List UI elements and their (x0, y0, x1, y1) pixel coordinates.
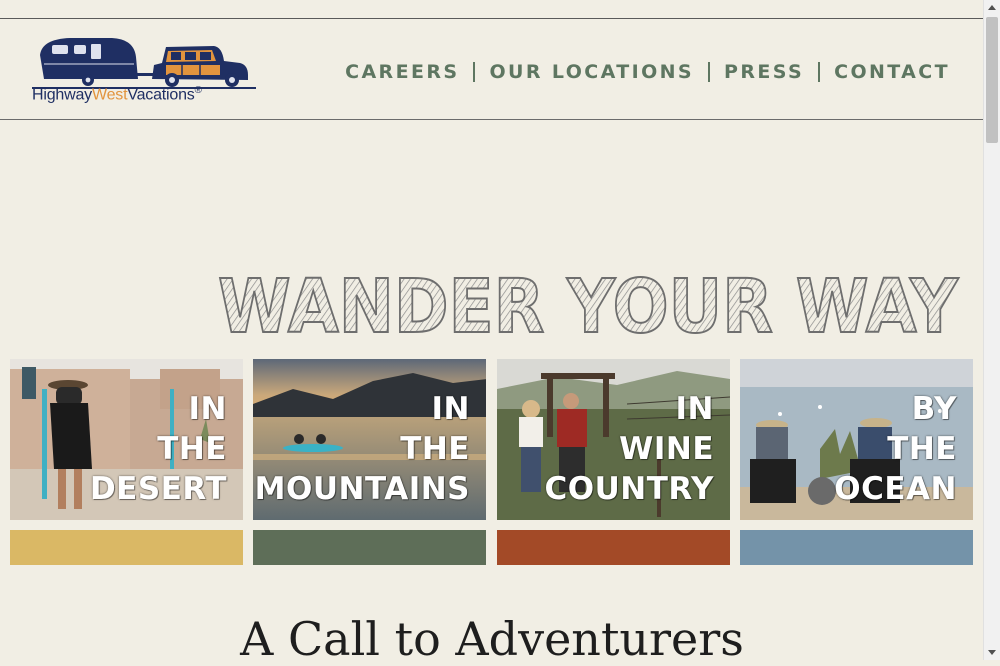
destination-card-desert[interactable]: IN THE DESERT (10, 359, 243, 520)
destination-card-mountains[interactable]: IN THE MOUNTAINS (253, 359, 486, 520)
nav-separator (473, 62, 476, 82)
vertical-scrollbar[interactable] (983, 0, 1000, 660)
scrollbar-thumb[interactable] (986, 17, 998, 143)
destination-card-wine-country[interactable]: IN WINE COUNTRY (497, 359, 730, 520)
main-nav: CAREERS OUR LOCATIONS PRESS CONTACT (345, 61, 950, 83)
nav-separator (708, 62, 711, 82)
card-caption: IN THE DESERT (89, 391, 227, 507)
svg-text:WANDER YOUR WAY: WANDER YOUR WAY (218, 264, 959, 342)
desert-color-bar[interactable] (10, 530, 243, 565)
hero-headline: WANDER YOUR WAY (217, 263, 960, 342)
scroll-down-arrow-icon[interactable] (988, 650, 996, 655)
nav-careers[interactable]: CAREERS (345, 61, 459, 83)
card-caption: IN WINE COUNTRY (544, 391, 714, 507)
card-caption: IN THE MOUNTAINS (254, 391, 470, 507)
mountains-color-bar[interactable] (253, 530, 486, 565)
card-caption: BY THE OCEAN (834, 391, 957, 507)
logo-wordmark: HighwayWestVacations® (32, 85, 202, 104)
nav-contact[interactable]: CONTACT (834, 61, 950, 83)
trailer-and-car-icon (32, 38, 256, 89)
section-title: A Call to Adventurers (240, 612, 744, 666)
scroll-up-arrow-icon[interactable] (988, 5, 996, 10)
nav-separator (818, 62, 821, 82)
browser-top-strip (0, 0, 984, 19)
wine-country-color-bar[interactable] (497, 530, 730, 565)
ocean-color-bar[interactable] (740, 530, 973, 565)
site-header: HighwayWestVacations® CAREERS OUR LOCATI… (0, 19, 984, 120)
destination-card-ocean[interactable]: BY THE OCEAN (740, 359, 973, 520)
nav-our-locations[interactable]: OUR LOCATIONS (489, 61, 694, 83)
site-logo[interactable]: HighwayWestVacations® (30, 35, 260, 115)
nav-press[interactable]: PRESS (724, 61, 804, 83)
